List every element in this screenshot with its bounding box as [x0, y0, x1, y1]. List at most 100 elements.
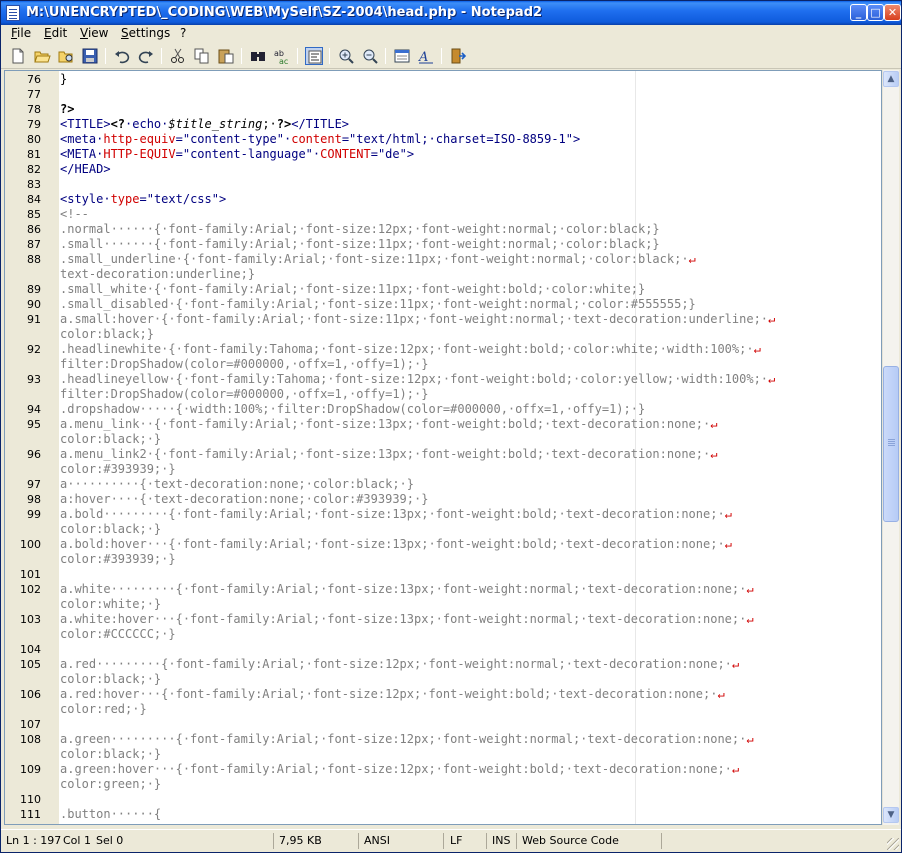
scroll-down-button[interactable]: ▼	[883, 807, 899, 823]
code-token: color:black;·}	[60, 432, 162, 446]
save-icon[interactable]	[81, 47, 99, 65]
menu-file[interactable]: File	[11, 26, 31, 40]
code-line[interactable]: 99 a.bold·········{·font-family:Arial;·fo…	[5, 507, 881, 522]
code-line[interactable]: 100 a.bold:hover···{·font-family:Arial;·f…	[5, 537, 881, 552]
status-encoding[interactable]: ANSI	[364, 834, 390, 847]
exit-icon[interactable]	[449, 47, 467, 65]
code-text: .small_white·{·font-family:Arial;·font-s…	[60, 282, 645, 297]
word-wrap-icon[interactable]	[305, 47, 323, 65]
code-token: a.red·········{·font-family:Arial;·font-…	[60, 657, 732, 671]
code-text: }	[60, 72, 67, 87]
code-line[interactable]: 105 a.red·········{·font-family:Arial;·fo…	[5, 657, 881, 672]
wrap-indicator-icon: ↵	[746, 732, 754, 746]
code-line[interactable]: 98 a:hover····{·text-decoration:none;·col…	[5, 492, 881, 507]
code-line[interactable]: 107	[5, 717, 881, 732]
code-line[interactable]: 111 .button······{	[5, 807, 881, 822]
code-line[interactable]: color:#393939;·}	[5, 462, 881, 477]
code-line[interactable]: 84 <style·type="text/css">	[5, 192, 881, 207]
line-number: 76	[27, 73, 41, 86]
code-line[interactable]: 77	[5, 87, 881, 102]
notepad-app-icon[interactable]	[6, 5, 20, 21]
replace-icon[interactable]: ab ac	[273, 47, 291, 65]
zoom-out-icon[interactable]	[361, 47, 379, 65]
menu-edit[interactable]: Edit	[44, 26, 67, 40]
close-button[interactable]: ✕	[884, 4, 901, 21]
open-folder-icon[interactable]	[33, 47, 51, 65]
paste-icon[interactable]	[217, 47, 235, 65]
code-line[interactable]: 89 .small_white·{·font-family:Arial;·font…	[5, 282, 881, 297]
code-line[interactable]: 76}	[5, 72, 881, 87]
code-line[interactable]: 83	[5, 177, 881, 192]
code-line[interactable]: 108 a.green·········{·font-family:Arial;·…	[5, 732, 881, 747]
code-line[interactable]: color:black;·}	[5, 747, 881, 762]
code-line[interactable]: 95 a.menu_link··{·font-family:Arial;·font…	[5, 417, 881, 432]
redo-icon[interactable]	[137, 47, 155, 65]
scroll-up-button[interactable]: ▲	[883, 71, 899, 87]
code-line[interactable]: 86 .normal······{·font-family:Arial;·font…	[5, 222, 881, 237]
copy-icon[interactable]	[193, 47, 211, 65]
code-line[interactable]: 90 .small_disabled·{·font-family:Arial;·f…	[5, 297, 881, 312]
code-line[interactable]: 81 <META·HTTP-EQUIV="content-language"·CO…	[5, 147, 881, 162]
code-line[interactable]: color:#393939;·}	[5, 552, 881, 567]
maximize-button[interactable]: □	[867, 4, 884, 21]
resize-grip-icon[interactable]	[887, 838, 899, 850]
code-line[interactable]: 103 a.white:hover···{·font-family:Arial;·…	[5, 612, 881, 627]
browse-icon[interactable]	[57, 47, 75, 65]
code-line[interactable]: 101	[5, 567, 881, 582]
cut-icon[interactable]	[169, 47, 187, 65]
code-line[interactable]: color:black;·}	[5, 432, 881, 447]
code-line[interactable]: color:green;·}	[5, 777, 881, 792]
code-line[interactable]: 102 a.white·········{·font-family:Arial;·…	[5, 582, 881, 597]
find-icon[interactable]	[249, 47, 267, 65]
code-line[interactable]: color:black;}	[5, 327, 881, 342]
code-line[interactable]: 93 .headlineyellow·{·font-family:Tahoma;·…	[5, 372, 881, 387]
code-line[interactable]: 87 .small·······{·font-family:Arial;·font…	[5, 237, 881, 252]
menu-settings[interactable]: Settings	[121, 26, 170, 40]
code-line[interactable]: filter:DropShadow(color=#000000,·offx=1,…	[5, 357, 881, 372]
code-line[interactable]: 80 <meta·http-equiv="content-type"·conten…	[5, 132, 881, 147]
wrap-indicator-icon: ↵	[724, 537, 732, 551]
status-line-ending[interactable]: LF	[450, 834, 462, 847]
undo-icon[interactable]	[113, 47, 131, 65]
code-line[interactable]: 110	[5, 792, 881, 807]
code-text: filter:DropShadow(color=#000000,·offx=1,…	[60, 357, 428, 372]
code-line[interactable]: 82 </HEAD>	[5, 162, 881, 177]
code-line[interactable]: color:#CCCCCC;·}	[5, 627, 881, 642]
code-line[interactable]: color:red;·}	[5, 702, 881, 717]
status-scheme[interactable]: Web Source Code	[522, 834, 619, 847]
vertical-scrollbar[interactable]: ▲ ▼	[882, 70, 899, 825]
code-line[interactable]: text-decoration:underline;}	[5, 267, 881, 282]
code-line[interactable]: 97 a··········{·text-decoration:none;·col…	[5, 477, 881, 492]
code-token: .dropshadow·····{·width:100%;·filter:Dro…	[60, 402, 646, 416]
title-bar[interactable]: M:\UNENCRYPTED\_CODING\WEB\MySelf\SZ-200…	[1, 1, 901, 25]
code-line[interactable]: 106 a.red:hover···{·font-family:Arial;·fo…	[5, 687, 881, 702]
code-line[interactable]: 94 .dropshadow·····{·width:100%;·filter:D…	[5, 402, 881, 417]
code-editor[interactable]: 76} 77 78 ?> 79 <TITLE><?·echo·$title_string;…	[4, 70, 882, 825]
code-line[interactable]: 88 .small_underline·{·font-family:Arial;·…	[5, 252, 881, 267]
minimize-button[interactable]: _	[850, 4, 867, 21]
new-file-icon[interactable]	[9, 47, 27, 65]
line-number: 106	[20, 688, 41, 701]
code-line[interactable]: 85 <!--	[5, 207, 881, 222]
status-insert-mode[interactable]: INS	[492, 834, 510, 847]
code-line[interactable]: 104	[5, 642, 881, 657]
scroll-thumb[interactable]	[883, 366, 899, 522]
code-line[interactable]: 91 a.small:hover·{·font-family:Arial;·fon…	[5, 312, 881, 327]
zoom-in-icon[interactable]	[337, 47, 355, 65]
menu-view[interactable]: View	[80, 26, 108, 40]
code-token: <TITLE>	[60, 117, 111, 131]
code-line[interactable]: color:white;·}	[5, 597, 881, 612]
code-line[interactable]: color:black;·}	[5, 522, 881, 537]
code-token: >	[406, 147, 415, 161]
code-line[interactable]: 92 .headlinewhite·{·font-family:Tahoma;·f…	[5, 342, 881, 357]
code-line[interactable]: filter:DropShadow(color=#000000,·offx=1,…	[5, 387, 881, 402]
window-title: M:\UNENCRYPTED\_CODING\WEB\MySelf\SZ-200…	[26, 5, 543, 20]
code-line[interactable]: 78 ?>	[5, 102, 881, 117]
menu-help[interactable]: ?	[180, 26, 186, 40]
code-line[interactable]: 96 a.menu_link2·{·font-family:Arial;·font…	[5, 447, 881, 462]
code-line[interactable]: 79 <TITLE><?·echo·$title_string;·?></TITL…	[5, 117, 881, 132]
font-icon[interactable]: A	[417, 47, 435, 65]
code-line[interactable]: color:black;·}	[5, 672, 881, 687]
scheme-icon[interactable]	[393, 47, 411, 65]
code-line[interactable]: 109 a.green:hover···{·font-family:Arial;·…	[5, 762, 881, 777]
